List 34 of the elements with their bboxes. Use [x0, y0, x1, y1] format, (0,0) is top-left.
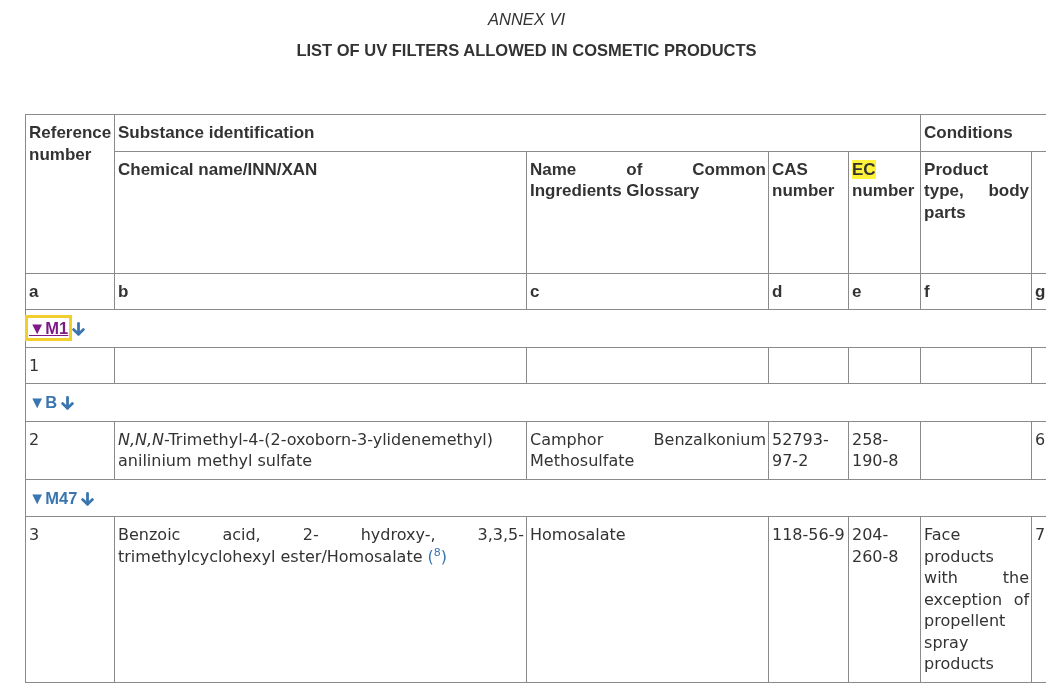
arrow-down-icon[interactable]	[72, 322, 86, 336]
column-letter: a	[25, 273, 115, 310]
column-header: CAS number	[768, 151, 849, 273]
table-cell: 1	[25, 347, 115, 384]
table-cell: 118-56-9	[768, 516, 849, 682]
column-header: EC number	[848, 151, 921, 273]
annex-heading: ANNEX VI	[488, 9, 565, 30]
table-cell: 3	[25, 516, 115, 682]
column-header: Substance identification	[114, 114, 921, 151]
arrow-down-icon[interactable]	[61, 396, 75, 410]
column-letter: b	[114, 273, 527, 310]
table-cell: 204-260-8	[848, 516, 921, 682]
column-header: Reference number	[25, 114, 115, 273]
column-header: Name of Common Ingredients Glossary	[526, 151, 769, 273]
section-link[interactable]: ▼M47	[29, 488, 78, 507]
column-header: Chemical name/INN/XAN	[114, 151, 527, 273]
table-cell: Face products with the exception of propellent spray products	[920, 516, 1032, 682]
column-letter: e	[848, 273, 921, 310]
footnote-link[interactable]: ($^{8}$)	[427, 546, 448, 566]
section-link[interactable]: ▼B	[29, 393, 58, 411]
table-cell: 258-190-8	[848, 421, 921, 479]
table-cell: 2	[25, 421, 115, 479]
table-cell: 52793-97-2	[768, 421, 849, 479]
table-cell: Camphor Benzalkonium Methosulfate	[526, 421, 769, 479]
column-letter: d	[768, 273, 849, 310]
column-letter: c	[526, 273, 769, 310]
column-header: Conditions	[920, 114, 1046, 151]
column-header: Product type, body parts	[920, 151, 1032, 273]
table-cell: N,N,N-Trimethyl-4-(2-oxoborn-3-ylidenemethyl) anilinium methyl sulfate	[114, 421, 527, 479]
document-title: LIST OF UV FILTERS ALLOWED IN COSMETIC PRODUCTS	[296, 40, 757, 61]
table-cell: Homosalate	[526, 516, 769, 682]
table-cell: Benzoic acid, 2- hydroxy-, 3,3,5-trimethylcyclohexyl ester/Homosalate ($^{8}$)	[114, 516, 527, 682]
arrow-down-icon[interactable]	[81, 491, 95, 506]
column-letter: f	[920, 273, 1032, 310]
